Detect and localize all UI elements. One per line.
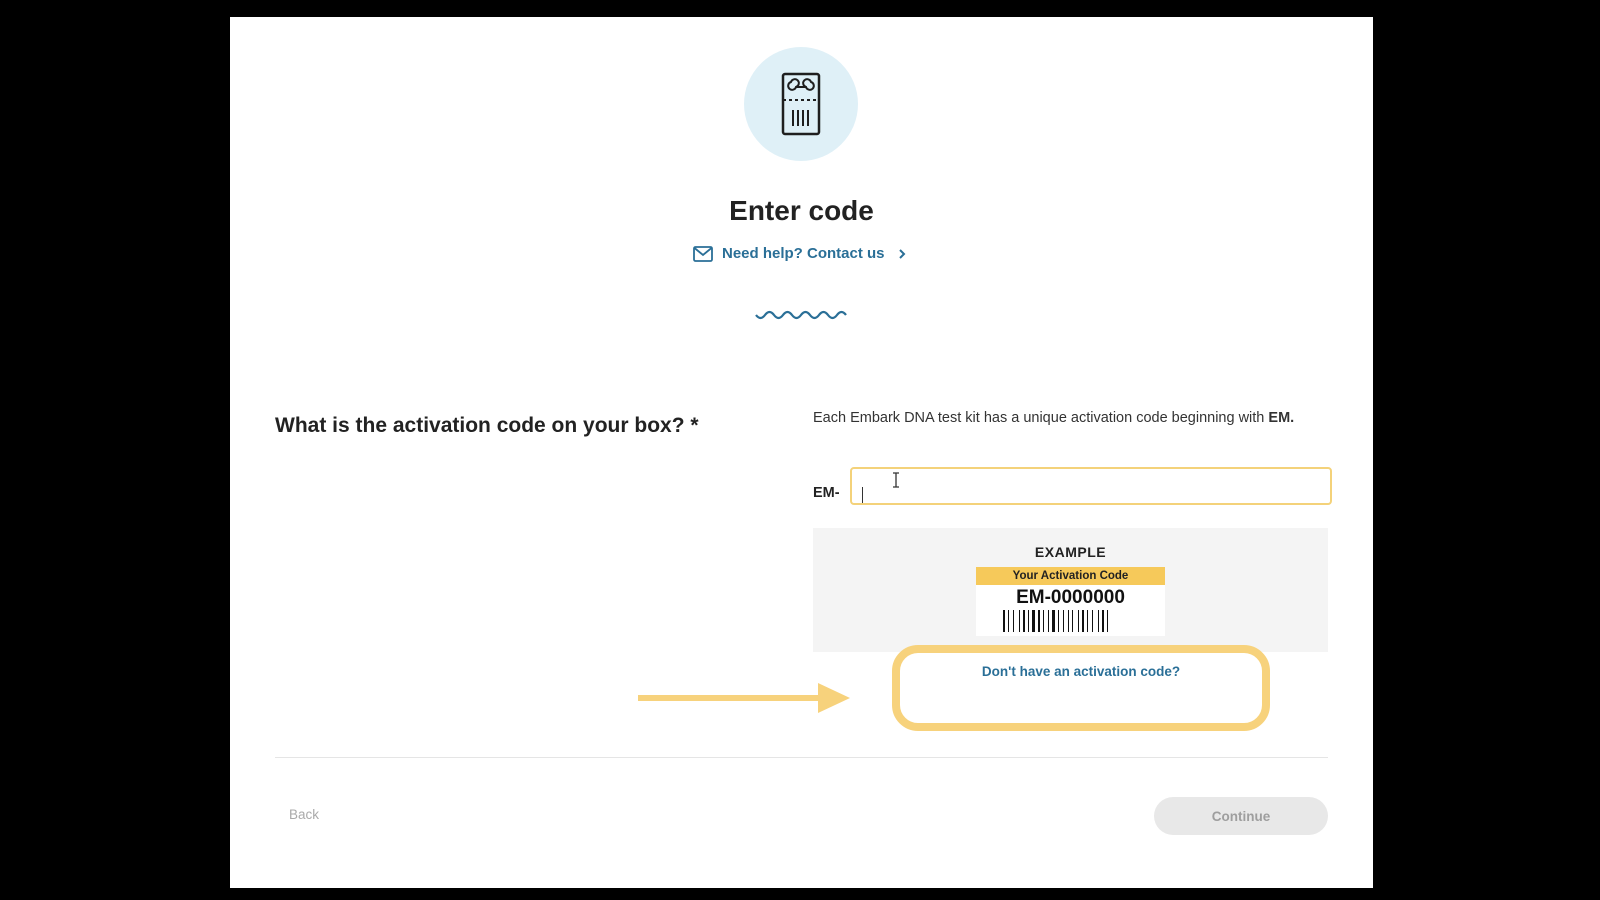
example-card-code: EM-0000000 bbox=[1016, 587, 1125, 608]
barcode-bar bbox=[1077, 610, 1079, 632]
example-code-card: Your Activation Code EM-0000000 bbox=[976, 567, 1165, 636]
test-kit-icon bbox=[781, 72, 821, 136]
example-card-band: Your Activation Code bbox=[976, 567, 1165, 585]
question-description: Each Embark DNA test kit has a unique ac… bbox=[813, 407, 1323, 430]
barcode-bar bbox=[1106, 610, 1108, 632]
footer-divider bbox=[275, 757, 1328, 758]
barcode-bar bbox=[1042, 610, 1044, 632]
activation-page: Enter code Need help? Contact us What is… bbox=[230, 17, 1373, 888]
description-period: . bbox=[1290, 410, 1295, 426]
barcode-bar bbox=[1081, 610, 1084, 632]
barcode-bar bbox=[1047, 610, 1049, 632]
barcode-bar bbox=[1101, 610, 1104, 632]
barcode-bar bbox=[1031, 610, 1035, 632]
barcode-bar bbox=[1012, 610, 1014, 632]
back-button[interactable]: Back bbox=[289, 807, 319, 822]
barcode-bar bbox=[1062, 610, 1064, 632]
barcode-bar bbox=[1097, 610, 1099, 632]
mail-icon bbox=[693, 245, 713, 262]
description-code-prefix: EM bbox=[1268, 410, 1291, 426]
highlight-ring bbox=[892, 645, 1270, 731]
barcode-bar bbox=[1022, 610, 1025, 632]
activation-code-input[interactable] bbox=[850, 467, 1332, 505]
test-kit-badge bbox=[744, 47, 858, 161]
example-panel: EXAMPLE Your Activation Code EM-0000000 bbox=[813, 528, 1328, 652]
barcode-bar bbox=[1071, 610, 1073, 632]
barcode-bar bbox=[1067, 610, 1069, 632]
continue-button[interactable]: Continue bbox=[1154, 797, 1328, 835]
barcode-bar bbox=[1027, 610, 1029, 632]
chevron-right-icon bbox=[898, 248, 906, 260]
description-text: Each Embark DNA test kit has a unique ac… bbox=[813, 410, 1269, 426]
arrow-right-icon bbox=[638, 683, 850, 713]
contact-us-link[interactable]: Need help? Contact us bbox=[693, 245, 906, 262]
question-label: What is the activation code on your box?… bbox=[275, 414, 699, 437]
page-title: Enter code bbox=[729, 195, 874, 226]
ibeam-cursor-icon bbox=[893, 472, 899, 488]
barcode-bar bbox=[1091, 610, 1093, 632]
wave-divider-icon bbox=[755, 310, 847, 320]
barcode-bar bbox=[1051, 610, 1055, 632]
code-prefix-label: EM- bbox=[813, 485, 840, 501]
barcode-bar bbox=[1018, 610, 1020, 632]
barcode-bar bbox=[1037, 610, 1040, 632]
contact-us-label: Need help? Contact us bbox=[722, 245, 885, 262]
barcode-bar bbox=[1007, 610, 1009, 632]
barcode-bar bbox=[1002, 610, 1005, 632]
no-activation-code-link[interactable]: Don't have an activation code? bbox=[892, 664, 1270, 679]
text-caret bbox=[862, 487, 863, 503]
barcode-icon bbox=[1002, 610, 1108, 632]
example-label: EXAMPLE bbox=[1034, 544, 1107, 560]
barcode-bar bbox=[1057, 610, 1059, 632]
barcode-bar bbox=[1086, 610, 1088, 632]
